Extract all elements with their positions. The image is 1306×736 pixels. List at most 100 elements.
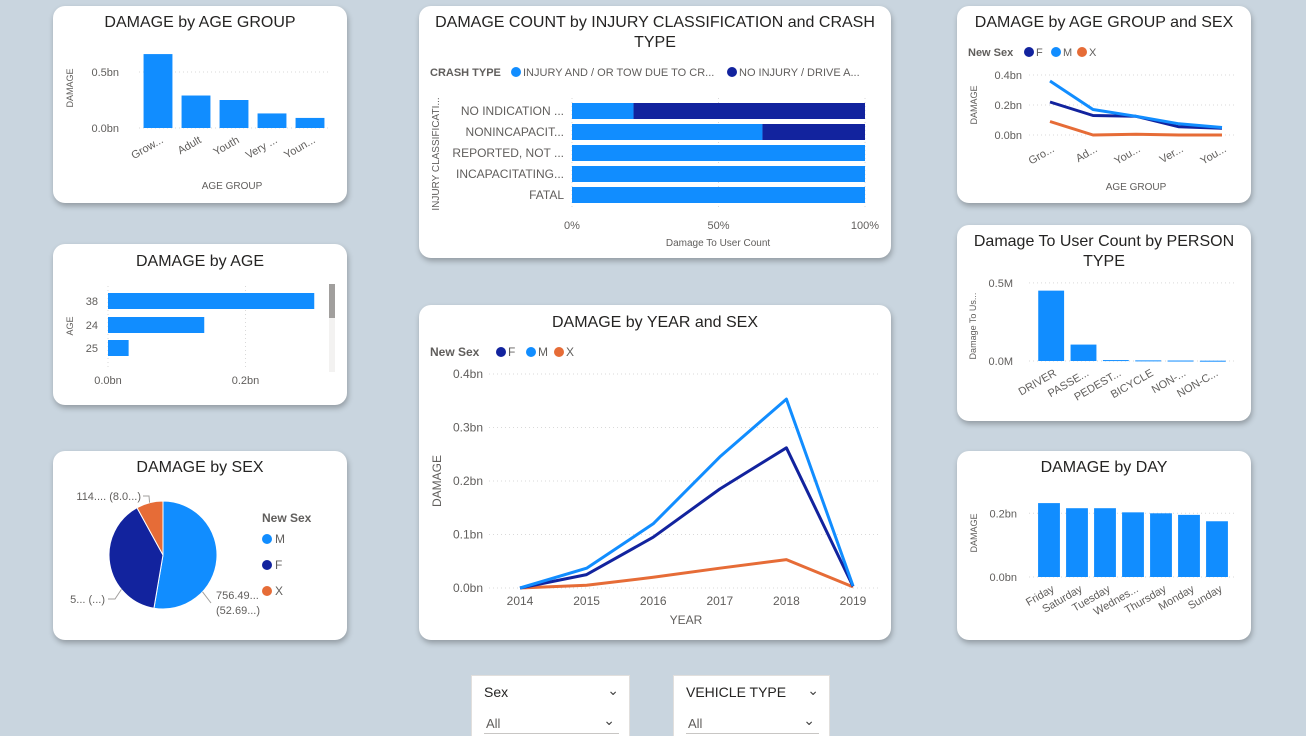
legend-marker bbox=[1077, 47, 1087, 57]
bar-person-type bbox=[1199, 360, 1226, 362]
scrollbar-thumb[interactable] bbox=[329, 284, 335, 318]
y-axis-title: DAMAGE bbox=[969, 85, 979, 124]
y-tick-label: 0.0bn bbox=[453, 581, 483, 595]
x-tick-label: 2016 bbox=[640, 594, 667, 608]
sex-slicer-label: Sex bbox=[484, 684, 509, 700]
bar-person-type bbox=[1038, 290, 1065, 361]
bar-segment bbox=[572, 103, 634, 119]
legend-label: F bbox=[1036, 47, 1043, 59]
chart-damage-by-year-and-sex[interactable]: New Sex F M X 0.0bn 0.1bn 0.2bn 0.3bn 0.4bn DAMAG… bbox=[419, 305, 891, 640]
card-damage-by-age[interactable]: DAMAGE by AGE 0.0bn 0.2bn AGE 38 24 25 bbox=[53, 244, 347, 405]
chevron-down-icon[interactable]: ⌄ bbox=[607, 682, 619, 699]
bar-day bbox=[1178, 514, 1200, 577]
bar-age bbox=[108, 317, 205, 333]
bar-day bbox=[1094, 508, 1116, 577]
sex-slicer[interactable]: Sex ⌄ All ⌄ bbox=[471, 675, 630, 736]
y-tick-label: FATAL bbox=[529, 188, 564, 202]
legend-label: X bbox=[275, 584, 283, 598]
x-tick-label: Adult bbox=[176, 134, 204, 157]
y-tick-label: 0.5M bbox=[989, 278, 1013, 290]
y-tick-label: 0.0bn bbox=[91, 123, 119, 135]
x-tick-label: 50% bbox=[707, 220, 729, 232]
chevron-down-icon[interactable]: ⌄ bbox=[807, 682, 819, 699]
card-damage-by-age-group[interactable]: DAMAGE by AGE GROUP 0.0bn 0.5bn DAMAGE Grow… bbox=[53, 6, 347, 203]
bar-segment bbox=[572, 166, 865, 182]
data-label: (52.69...) bbox=[216, 605, 260, 617]
chevron-down-icon[interactable]: ⌄ bbox=[603, 712, 615, 729]
card-damage-by-day[interactable]: DAMAGE by DAY 0.0bn 0.2bn DAMAGE Friday Satu… bbox=[957, 451, 1251, 640]
leader-line bbox=[108, 589, 122, 600]
legend-label: M bbox=[275, 532, 285, 546]
chart-damage-by-age[interactable]: 0.0bn 0.2bn AGE 38 24 25 bbox=[53, 244, 347, 405]
bar-segment bbox=[633, 103, 865, 119]
vehicle-type-slicer-dropdown[interactable]: All ⌄ bbox=[686, 706, 819, 734]
legend-marker bbox=[727, 67, 737, 77]
chevron-down-icon[interactable]: ⌄ bbox=[803, 712, 815, 729]
legend-marker bbox=[1024, 47, 1034, 57]
y-tick-label: 0.0M bbox=[989, 356, 1013, 368]
chart-damage-by-sex[interactable]: 756.49... (52.69...) 5... (...) 114.... (8.… bbox=[53, 451, 347, 640]
y-tick-label: 38 bbox=[86, 296, 98, 308]
x-axis-title: Damage To User Count bbox=[666, 238, 771, 249]
y-axis-title: DAMAGE bbox=[969, 513, 979, 552]
legend-label: INJURY AND / OR TOW DUE TO CR... bbox=[523, 67, 714, 79]
line-series-m bbox=[1049, 79, 1223, 129]
chart-damage-by-age-group-and-sex[interactable]: New Sex F M X 0.0bn 0.2bn 0.4bn DAMAGE Gro... Ad.… bbox=[957, 6, 1251, 203]
x-tick-label: 0.0bn bbox=[94, 375, 122, 387]
x-tick-label: 2017 bbox=[706, 594, 733, 608]
chart-person-type[interactable]: 0.0M0.5MDamage To Us...DRIVERPASSE...PED… bbox=[957, 225, 1251, 421]
bar-age-group bbox=[143, 54, 173, 128]
bar-day bbox=[1206, 521, 1228, 577]
card-person-type[interactable]: Damage To User Count by PERSON TYPE 0.0M… bbox=[957, 225, 1251, 421]
y-axis-title: Damage To Us... bbox=[968, 293, 978, 360]
sex-slicer-value: All bbox=[486, 716, 501, 731]
bar-day bbox=[1150, 513, 1172, 577]
bar-age-group bbox=[181, 95, 211, 128]
y-tick-label: INCAPACITATING... bbox=[456, 167, 564, 181]
legend-label: NO INJURY / DRIVE A... bbox=[739, 67, 860, 79]
y-tick-label: 0.2bn bbox=[453, 474, 483, 488]
card-damage-by-sex[interactable]: DAMAGE by SEX 756.49... (52.69...) 5... (.… bbox=[53, 451, 347, 640]
x-tick-label: Youn... bbox=[282, 134, 317, 161]
y-tick-label: NO INDICATION ... bbox=[461, 104, 564, 118]
y-tick-label: 0.3bn bbox=[453, 421, 483, 435]
card-injury-classification[interactable]: DAMAGE COUNT by INJURY CLASSIFICATION an… bbox=[419, 6, 891, 258]
legend-label: M bbox=[1063, 47, 1072, 59]
x-tick-label: Grow... bbox=[129, 134, 165, 162]
data-label: 114.... (8.0...) bbox=[76, 491, 141, 503]
x-tick-label: 0.2bn bbox=[232, 375, 260, 387]
y-tick-label: 0.5bn bbox=[91, 67, 119, 79]
x-tick-label: 0% bbox=[564, 220, 580, 232]
y-tick-label: NONINCAPACIT... bbox=[466, 125, 564, 139]
x-tick-label: Ver... bbox=[1158, 143, 1186, 166]
x-axis-title: YEAR bbox=[670, 613, 703, 627]
y-tick-label: 0.2bn bbox=[994, 100, 1022, 112]
y-tick-label: 24 bbox=[86, 320, 98, 332]
sex-slicer-dropdown[interactable]: All ⌄ bbox=[484, 706, 619, 734]
legend-label: F bbox=[275, 558, 282, 572]
y-tick-label: 0.0bn bbox=[989, 572, 1017, 584]
vehicle-type-slicer-label: VEHICLE TYPE bbox=[686, 684, 787, 700]
y-tick-label: 0.4bn bbox=[994, 70, 1022, 82]
card-damage-by-age-group-and-sex[interactable]: DAMAGE by AGE GROUP and SEX New Sex F M X 0.… bbox=[957, 6, 1251, 203]
bar-segment bbox=[572, 145, 865, 161]
x-axis-title: AGE GROUP bbox=[202, 181, 263, 192]
chart-damage-by-day[interactable]: 0.0bn0.2bnDAMAGEFridaySaturdayTuesdayWed… bbox=[957, 451, 1251, 640]
x-tick-label: Gro... bbox=[1027, 143, 1057, 167]
vehicle-type-slicer[interactable]: VEHICLE TYPE ⌄ All ⌄ bbox=[673, 675, 830, 736]
chart-damage-by-age-group[interactable]: 0.0bn 0.5bn DAMAGE Grow... Adult Youth Very ..… bbox=[53, 6, 347, 203]
bar-segment bbox=[572, 124, 763, 140]
legend-title: New Sex bbox=[430, 345, 480, 359]
legend-marker bbox=[554, 347, 564, 357]
bar-age-group bbox=[257, 113, 287, 128]
card-damage-by-year-and-sex[interactable]: DAMAGE by YEAR and SEX New Sex F M X 0.0bn 0.… bbox=[419, 305, 891, 640]
vehicle-type-slicer-value: All bbox=[688, 716, 703, 731]
bar-age bbox=[108, 293, 315, 309]
y-tick-label: 25 bbox=[86, 343, 98, 355]
chart-injury-classification[interactable]: CRASH TYPE INJURY AND / OR TOW DUE TO CR.… bbox=[419, 6, 891, 258]
y-axis-title: DAMAGE bbox=[65, 68, 75, 107]
bar-day bbox=[1038, 503, 1060, 577]
y-tick-label: 0.4bn bbox=[453, 367, 483, 381]
y-axis-title: INJURY CLASSIFICATI... bbox=[431, 97, 442, 210]
legend-marker bbox=[496, 347, 506, 357]
